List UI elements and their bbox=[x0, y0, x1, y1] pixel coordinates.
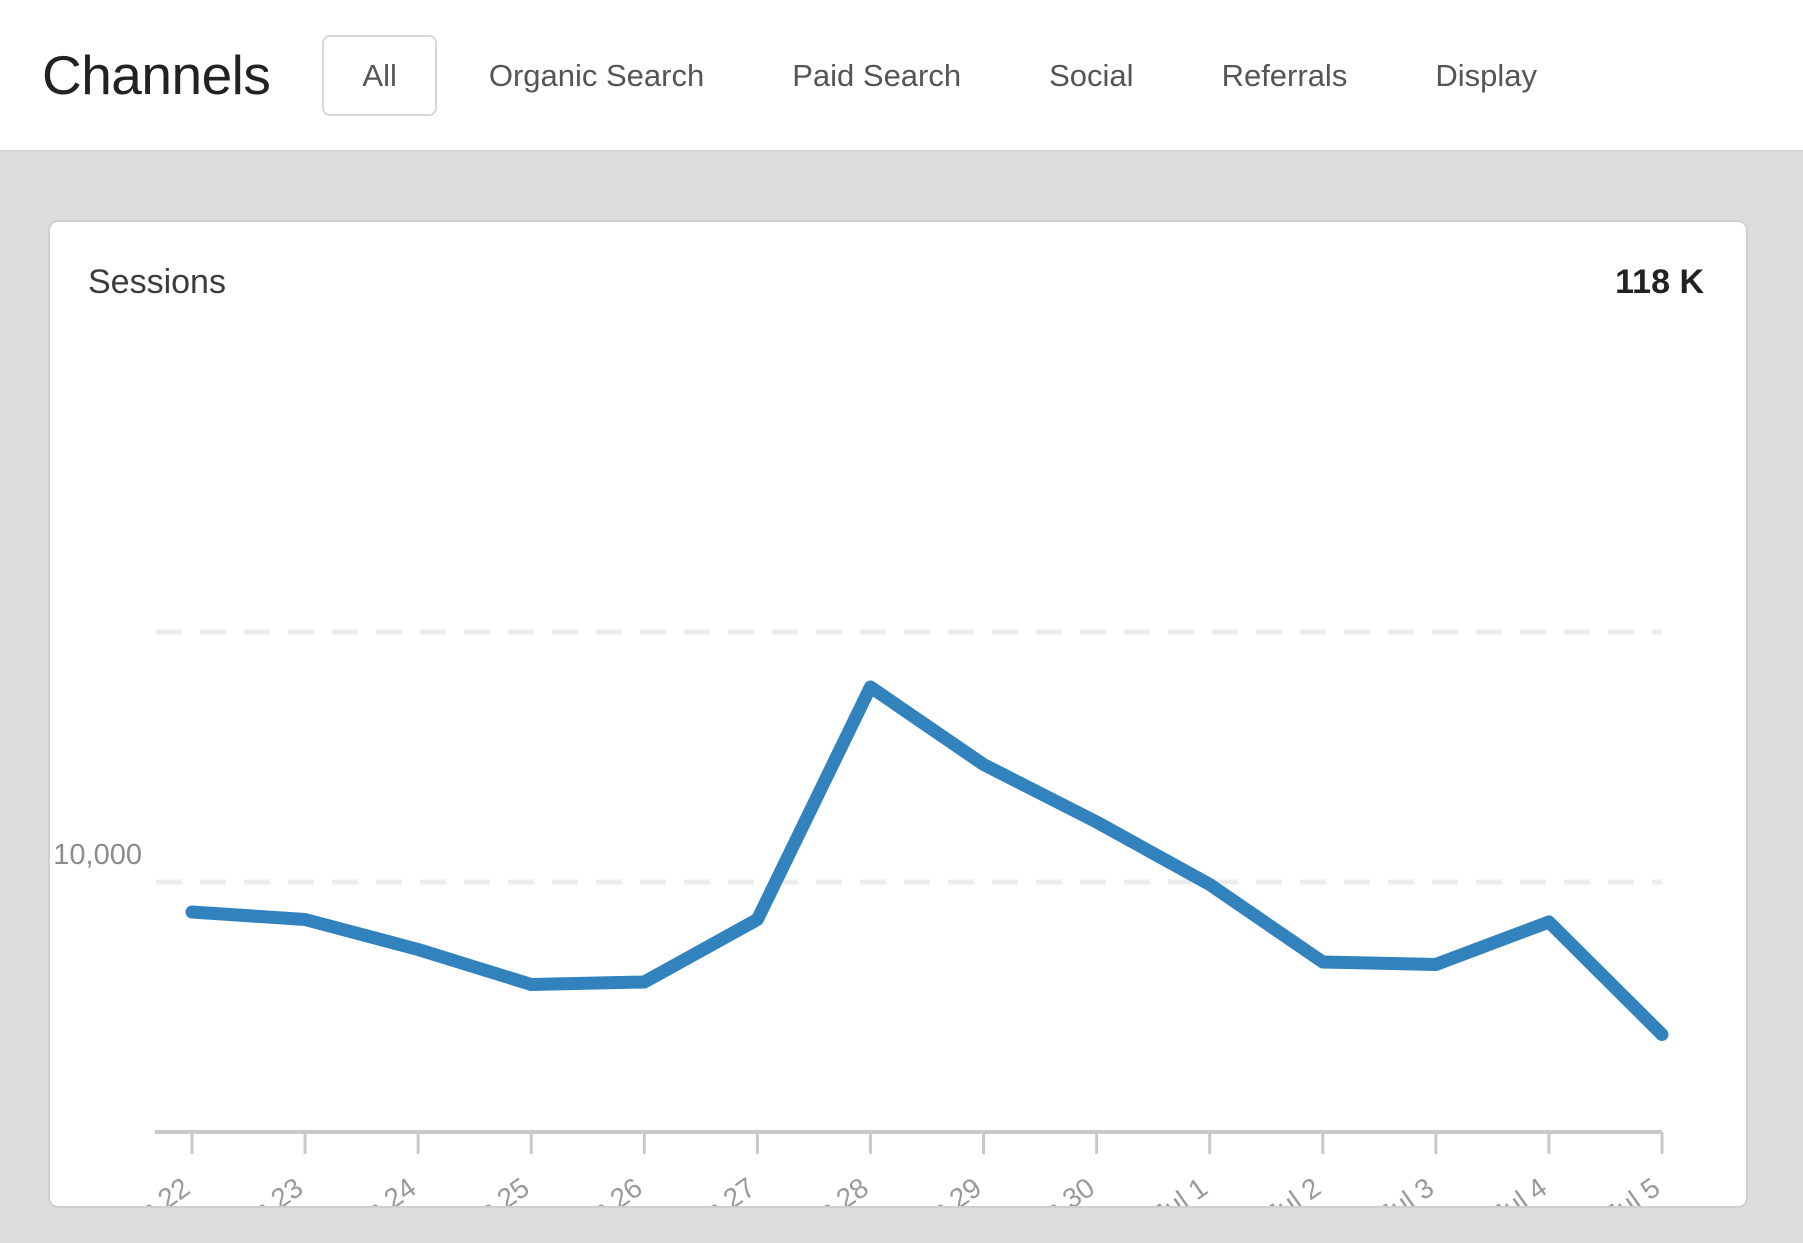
x-axis-tick-label: Jun 26 bbox=[561, 1172, 648, 1206]
x-axis-tick-label: Jul 2 bbox=[1260, 1172, 1326, 1206]
tab-referrals[interactable]: Referrals bbox=[1222, 60, 1348, 91]
metric-total-value: 118 K bbox=[1615, 263, 1704, 301]
channel-tabs: All Organic Search Paid Search Social Re… bbox=[322, 34, 1537, 116]
metric-label: Sessions bbox=[88, 263, 226, 301]
sessions-card: Sessions 118 K 10,000 Jun 22 Jun 23 Jun 24… bbox=[48, 220, 1748, 1208]
x-axis-tick-label: Jun 25 bbox=[448, 1172, 535, 1206]
x-axis-tick-label: Jun 28 bbox=[787, 1172, 874, 1206]
tab-organic-search[interactable]: Organic Search bbox=[489, 60, 704, 91]
x-axis-tick-label: Jun 27 bbox=[674, 1172, 761, 1206]
chart-x-labels: Jun 22 Jun 23 Jun 24 Jun 25 Jun 26 Jun 27 Jun … bbox=[109, 1172, 1666, 1206]
page-body: Sessions 118 K 10,000 Jun 22 Jun 23 Jun 24… bbox=[0, 152, 1803, 1243]
tab-paid-search[interactable]: Paid Search bbox=[792, 60, 961, 91]
x-axis-tick-label: Jun 23 bbox=[222, 1172, 309, 1206]
page-title: Channels bbox=[42, 43, 271, 106]
page-header: Channels All Organic Search Paid Search … bbox=[0, 0, 1803, 152]
y-axis-tick-label: 10,000 bbox=[53, 839, 142, 871]
tab-all[interactable]: All bbox=[322, 34, 437, 116]
chart-series-line bbox=[185, 680, 1669, 1041]
x-axis-tick-label: Jun 29 bbox=[900, 1172, 987, 1206]
chart-gridlines bbox=[156, 629, 1662, 885]
x-axis-tick-label: Jun 22 bbox=[109, 1172, 196, 1206]
x-axis-tick-label: Jun 24 bbox=[335, 1172, 422, 1206]
app-root: Channels All Organic Search Paid Search … bbox=[0, 0, 1803, 1243]
x-axis-tick-label: Jul 4 bbox=[1486, 1172, 1552, 1206]
tab-display[interactable]: Display bbox=[1435, 60, 1537, 91]
tab-social[interactable]: Social bbox=[1049, 60, 1133, 91]
series-line-sessions bbox=[185, 680, 1669, 1041]
card-header: Sessions 118 K bbox=[50, 222, 1746, 342]
x-axis-tick-label: Jul 1 bbox=[1147, 1172, 1213, 1206]
chart-svg: 10,000 Jun 22Jun 23Jun 24Jun 25Jun 26Jun… bbox=[53, 629, 1669, 1206]
sessions-line-chart[interactable]: 10,000 Jun 22Jun 23Jun 24Jun 25Jun 26Jun… bbox=[50, 332, 1746, 1206]
x-axis-tick-label: Jul 5 bbox=[1599, 1172, 1665, 1206]
x-axis-tick-label: Jul 3 bbox=[1373, 1172, 1439, 1206]
x-axis-tick-label: Jun 30 bbox=[1013, 1172, 1100, 1206]
chart-y-labels: 10,000 bbox=[53, 839, 142, 871]
chart-ticks bbox=[190, 1132, 1664, 1154]
